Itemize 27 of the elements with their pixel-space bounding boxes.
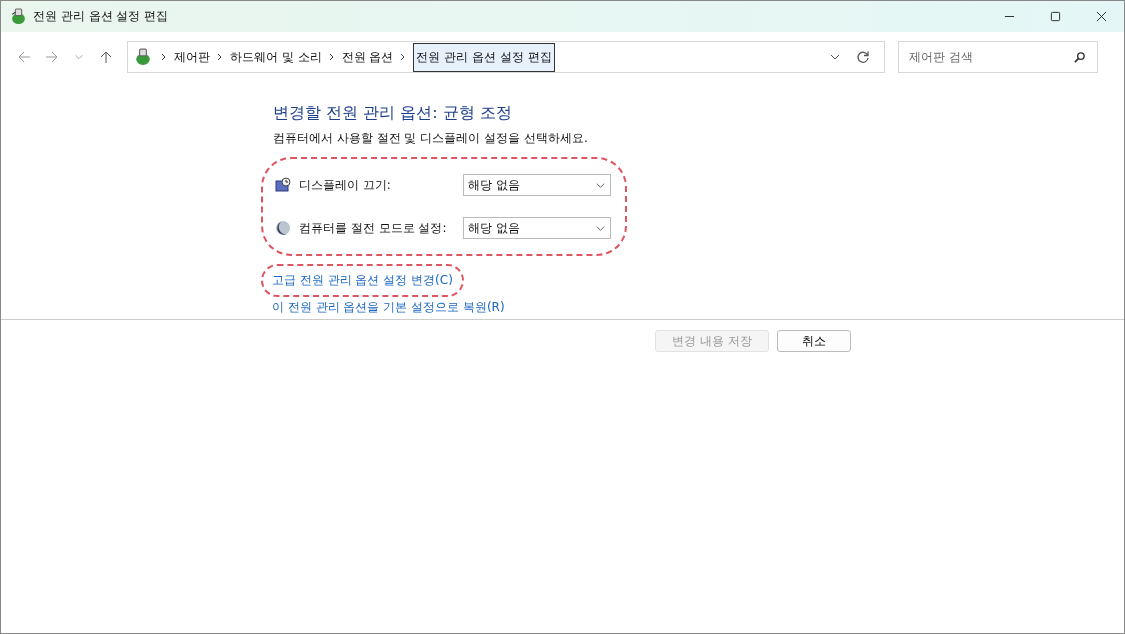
breadcrumb-item[interactable]: 전원 옵션 [341, 48, 394, 66]
breadcrumb-item[interactable]: 제어판 [174, 48, 210, 66]
power-plug-icon [134, 48, 152, 66]
breadcrumb-current[interactable]: 전원 관리 옵션 설정 편집 [413, 42, 555, 72]
description-text: 컴퓨터에서 사용할 절전 및 디스플레이 설정을 선택하세요. [273, 130, 589, 147]
link[interactable]: 고급 전원 관리 옵션 설정 변경(C) [261, 264, 464, 297]
setting-label: 디스플레이 끄기: [299, 176, 392, 194]
refresh-icon[interactable] [856, 50, 870, 64]
cancel-button[interactable]: 취소 [777, 330, 851, 352]
forward-arrow-icon[interactable] [45, 50, 59, 64]
monitor-clock-icon [275, 177, 291, 193]
dropdown[interactable]: 해당 없음 [463, 217, 611, 239]
chevron-right-icon [327, 53, 336, 61]
moon-icon [275, 220, 291, 236]
up-arrow-icon[interactable] [99, 50, 113, 64]
power-plug-icon [10, 8, 27, 25]
chevron-right-icon [216, 53, 224, 61]
back-arrow-icon[interactable] [17, 50, 31, 64]
search-field[interactable]: 제어판 검색 [898, 41, 1098, 73]
setting-label: 컴퓨터를 절전 모드로 설정: [299, 219, 448, 237]
page-heading: 변경할 전원 관리 옵션: 균형 조정 [273, 103, 513, 124]
breadcrumb-item[interactable]: 하드웨어 및 소리 [230, 48, 322, 66]
dropdown[interactable]: 해당 없음 [463, 174, 611, 196]
search-icon [1073, 51, 1086, 64]
window-title: 전원 관리 옵션 설정 편집 [33, 8, 169, 25]
chevron-right-icon [160, 53, 168, 61]
address-bar[interactable]: 제어판 하드웨어 및 소리 전원 옵션 전원 관리 옵션 설정 편집 [127, 41, 885, 73]
